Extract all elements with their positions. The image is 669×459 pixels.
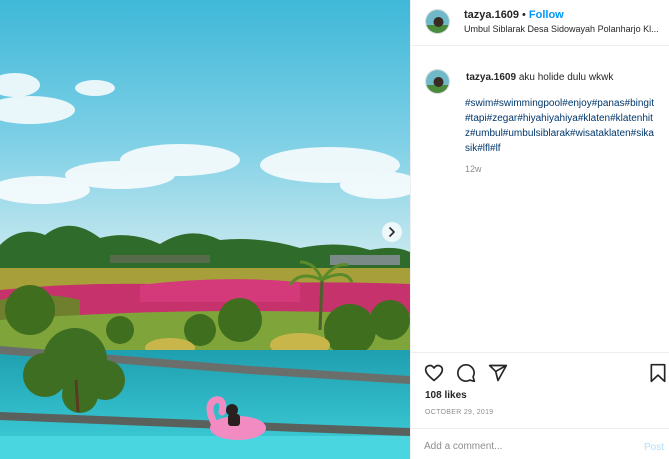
next-photo-button[interactable]	[382, 222, 402, 242]
caption-line: tazya.1609 aku holide dulu wkwk	[466, 72, 613, 83]
separator-dot: •	[522, 9, 526, 21]
location-link[interactable]: Umbul Siblarak Desa Sidowayah Polanharjo…	[464, 24, 667, 34]
heart-icon[interactable]	[424, 363, 444, 383]
post-comment-button[interactable]: Post	[644, 442, 664, 453]
paper-plane-icon[interactable]	[488, 363, 508, 383]
post-photo[interactable]	[0, 0, 410, 459]
action-bar: 108 likes OCTOBER 29, 2019	[411, 352, 669, 428]
post-header: tazya.1609 • Follow Umbul Siblarak Desa Si…	[411, 0, 669, 46]
bookmark-icon[interactable]	[648, 363, 668, 383]
chevron-right-icon	[387, 227, 397, 237]
follow-button[interactable]: Follow	[529, 9, 564, 21]
username-link[interactable]: tazya.1609	[464, 9, 519, 21]
comment-icon[interactable]	[456, 363, 476, 383]
caption-hashtags[interactable]: #swim#swimmingpool#enjoy#panas#bingit#ta…	[465, 96, 655, 156]
post-side-panel: tazya.1609 • Follow Umbul Siblarak Desa Si…	[410, 0, 669, 459]
post-date: OCTOBER 29, 2019	[425, 409, 494, 416]
caption-username-link[interactable]: tazya.1609	[466, 72, 516, 83]
caption-time-ago: 12w	[465, 164, 482, 174]
header-user-line: tazya.1609 • Follow	[464, 9, 564, 21]
caption-text: aku holide dulu wkwk	[518, 72, 614, 83]
avatar[interactable]	[425, 9, 450, 34]
caption-section: tazya.1609 aku holide dulu wkwk #swim#sw…	[411, 46, 669, 352]
comment-input[interactable]	[424, 437, 624, 455]
caption-avatar[interactable]	[425, 69, 450, 94]
comment-box: Post	[411, 428, 669, 459]
likes-count[interactable]: 108 likes	[425, 390, 467, 401]
